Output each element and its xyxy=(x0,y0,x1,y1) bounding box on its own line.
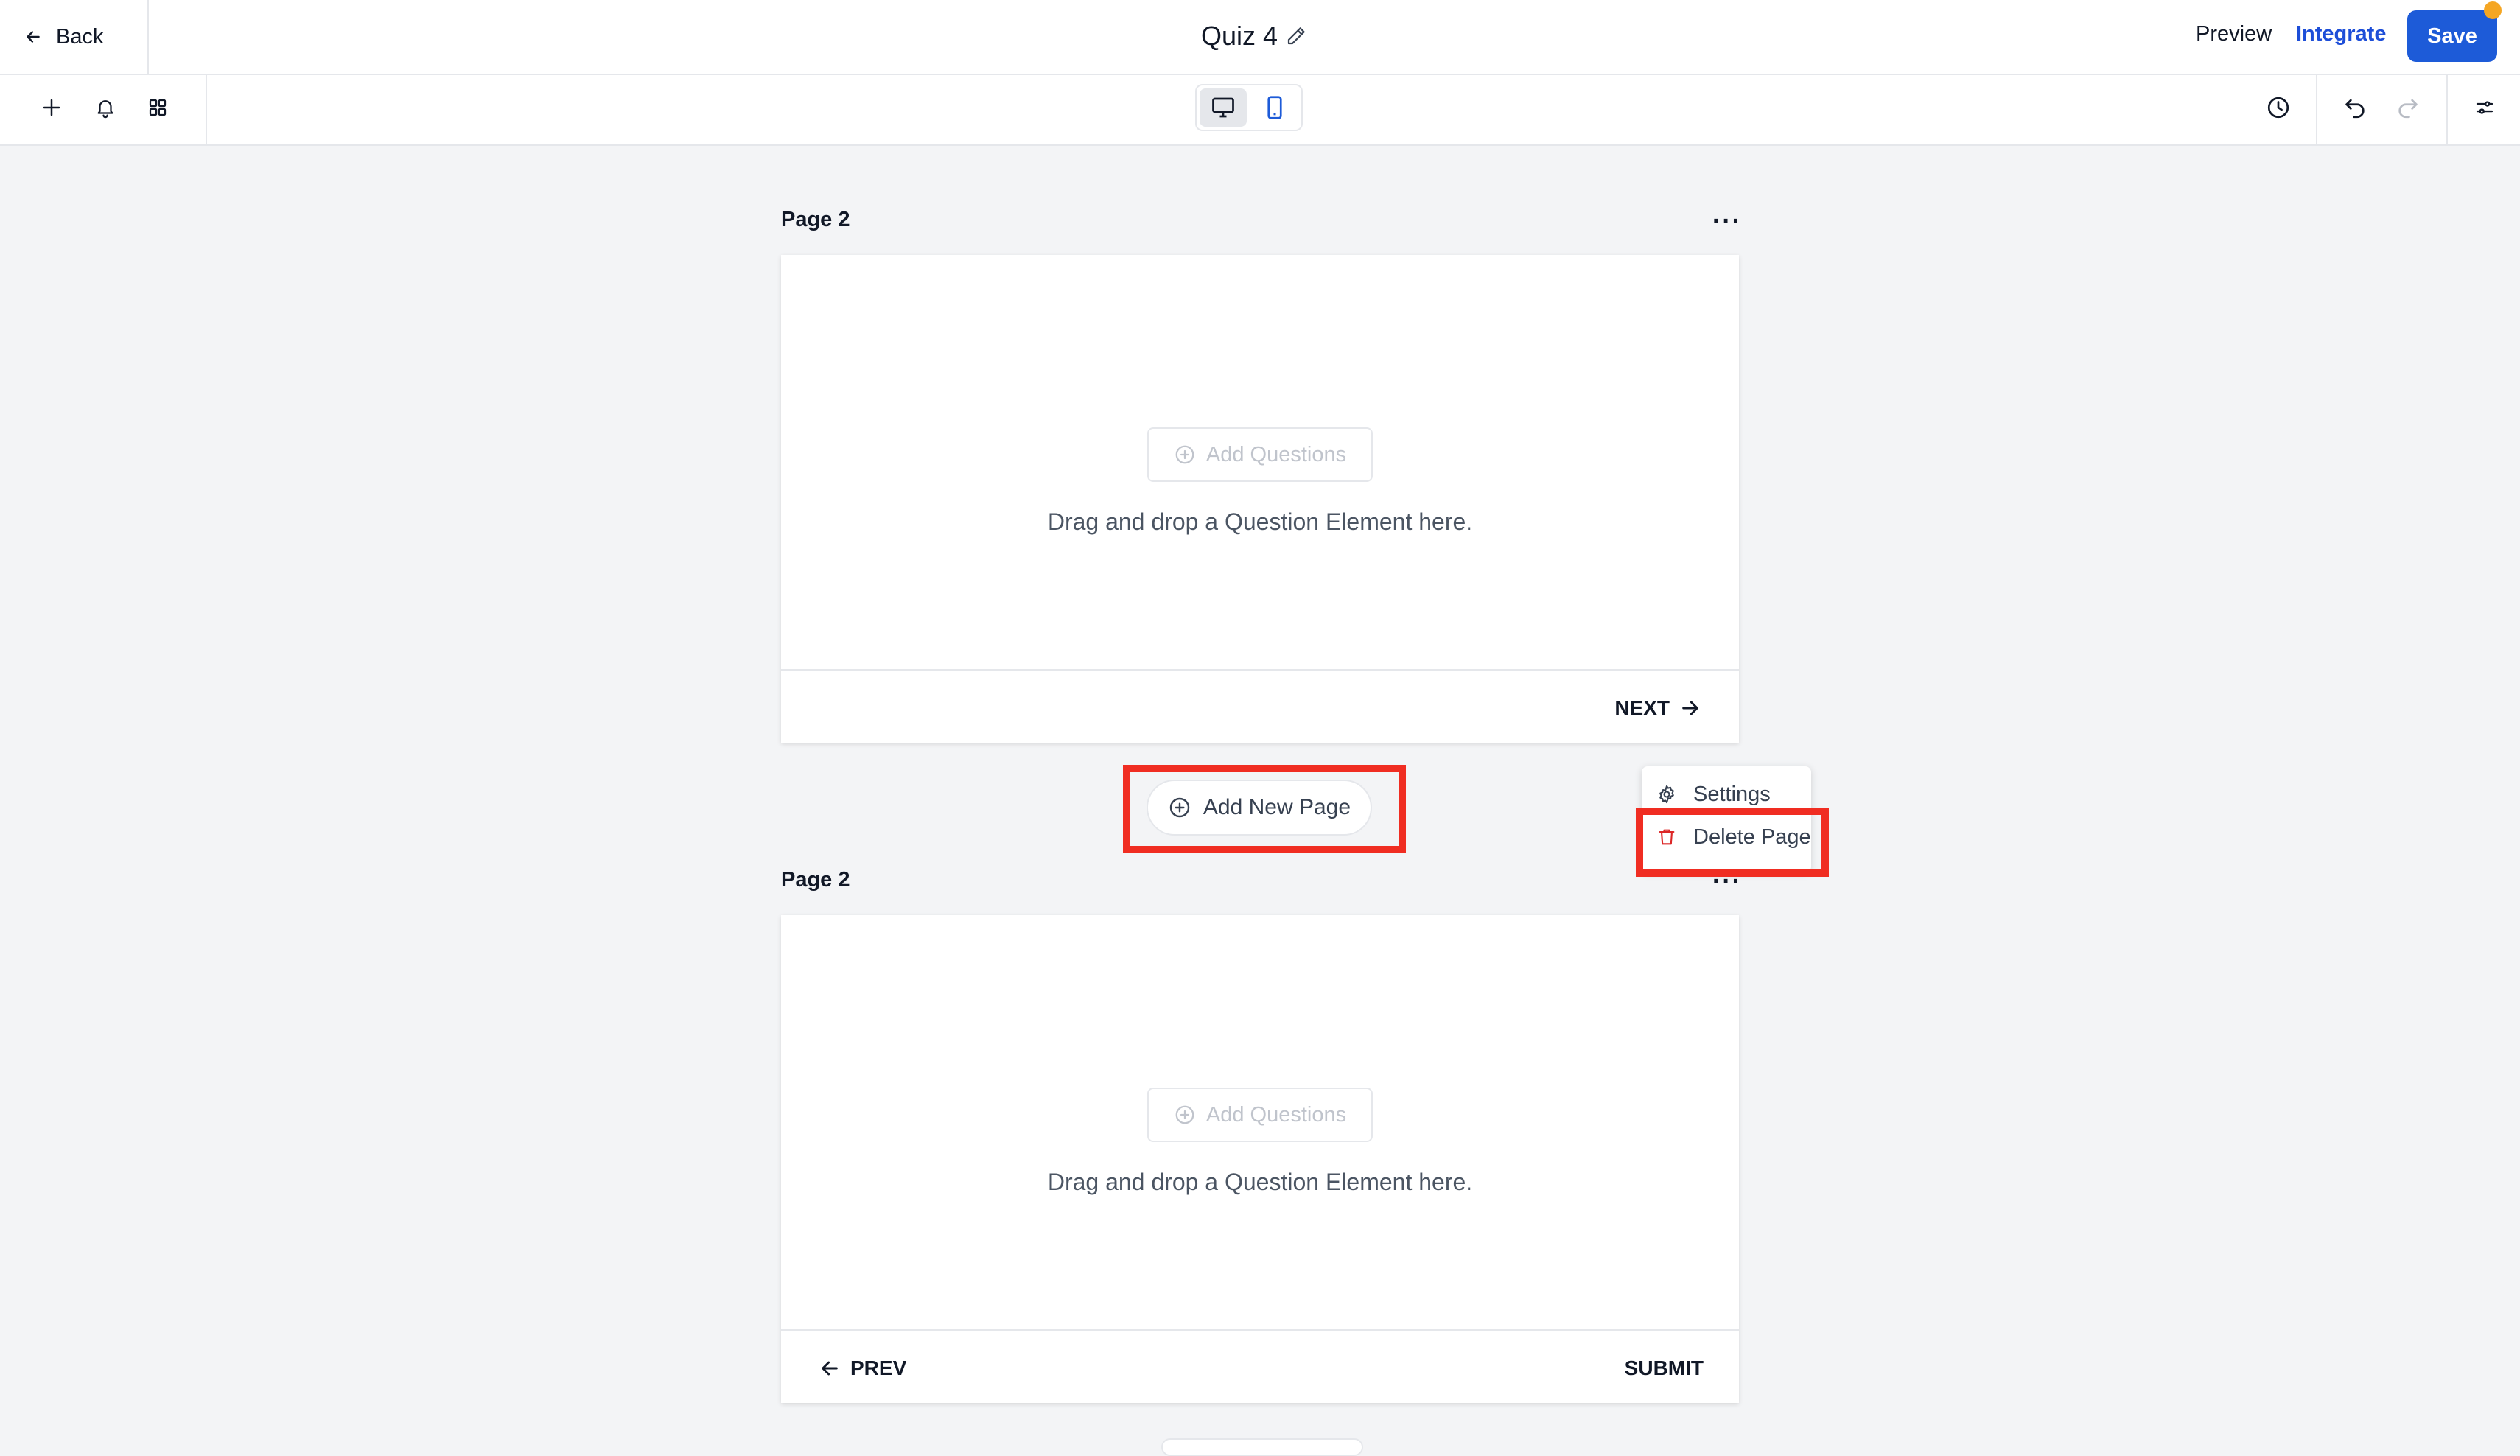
mobile-icon[interactable] xyxy=(1251,88,1298,127)
grid-icon[interactable] xyxy=(140,90,175,125)
plus-circle-icon xyxy=(1174,444,1196,466)
add-questions-button[interactable]: Add Questions xyxy=(1147,427,1373,482)
submit-button[interactable]: SUBMIT xyxy=(1625,1353,1704,1384)
plus-icon[interactable] xyxy=(34,90,69,125)
menu-item-settings[interactable]: Settings xyxy=(1656,777,1771,812)
page-card: Add Questions Drag and drop a Question E… xyxy=(781,255,1739,743)
add-questions-label: Add Questions xyxy=(1205,1102,1347,1127)
page-card: Add Questions Drag and drop a Question E… xyxy=(781,915,1739,1403)
integrate-button[interactable]: Integrate xyxy=(2296,22,2386,46)
bell-icon[interactable] xyxy=(88,90,123,125)
add-new-page-button-partial[interactable] xyxy=(1161,1438,1363,1456)
toolbar-divider-right-1 xyxy=(2316,75,2317,144)
top-divider xyxy=(147,0,149,74)
add-new-page-button[interactable]: Add New Page xyxy=(1147,780,1372,836)
arrow-left-icon xyxy=(818,1357,841,1380)
settings-sliders-icon[interactable] xyxy=(2467,90,2502,125)
pencil-icon[interactable] xyxy=(1285,25,1307,47)
page-footer: NEXT xyxy=(781,669,1739,744)
dropzone-hint: Drag and drop a Question Element here. xyxy=(1047,508,1473,535)
plus-circle-icon xyxy=(1168,796,1191,819)
add-questions-button[interactable]: Add Questions xyxy=(1147,1088,1373,1142)
add-new-page-label: Add New Page xyxy=(1203,795,1351,819)
redo-icon[interactable] xyxy=(2390,90,2426,125)
toolbar-divider-left xyxy=(206,75,207,144)
back-label: Back xyxy=(56,24,104,49)
add-questions-label: Add Questions xyxy=(1205,442,1347,466)
arrow-left-icon xyxy=(24,27,43,46)
history-icon[interactable] xyxy=(2261,90,2296,125)
next-button[interactable]: NEXT xyxy=(1614,693,1702,724)
unsaved-indicator-dot xyxy=(2484,1,2502,19)
toolbar-divider-right-2 xyxy=(2446,75,2448,144)
next-label: NEXT xyxy=(1614,696,1670,719)
page-label: Page 2 xyxy=(781,868,850,892)
question-dropzone[interactable]: Add Questions Drag and drop a Question E… xyxy=(781,915,1739,1329)
page-footer: PREV SUBMIT xyxy=(781,1329,1739,1404)
prev-label: PREV xyxy=(850,1357,907,1379)
quiz-title[interactable]: Quiz 4 xyxy=(1201,21,1278,52)
prev-button[interactable]: PREV xyxy=(818,1353,906,1384)
settings-label: Settings xyxy=(1693,782,1771,806)
page-options-icon[interactable]: ··· xyxy=(1705,206,1749,236)
dropzone-hint: Drag and drop a Question Element here. xyxy=(1047,1169,1473,1195)
submit-label: SUBMIT xyxy=(1624,1357,1704,1379)
question-dropzone[interactable]: Add Questions Drag and drop a Question E… xyxy=(781,255,1739,669)
page-label: Page 2 xyxy=(781,208,850,231)
device-toggle xyxy=(1195,84,1303,131)
quiz-title-group[interactable]: Quiz 4 xyxy=(1201,18,1307,55)
save-button[interactable]: Save xyxy=(2407,10,2497,62)
back-button[interactable]: Back xyxy=(24,21,103,53)
arrow-right-icon xyxy=(1679,696,1702,720)
plus-circle-icon xyxy=(1174,1104,1196,1126)
desktop-icon[interactable] xyxy=(1200,88,1247,127)
page-options-icon[interactable]: ··· xyxy=(1705,867,1749,896)
undo-icon[interactable] xyxy=(2337,90,2373,125)
preview-button[interactable]: Preview xyxy=(2196,22,2272,46)
gear-icon xyxy=(1656,784,1677,805)
